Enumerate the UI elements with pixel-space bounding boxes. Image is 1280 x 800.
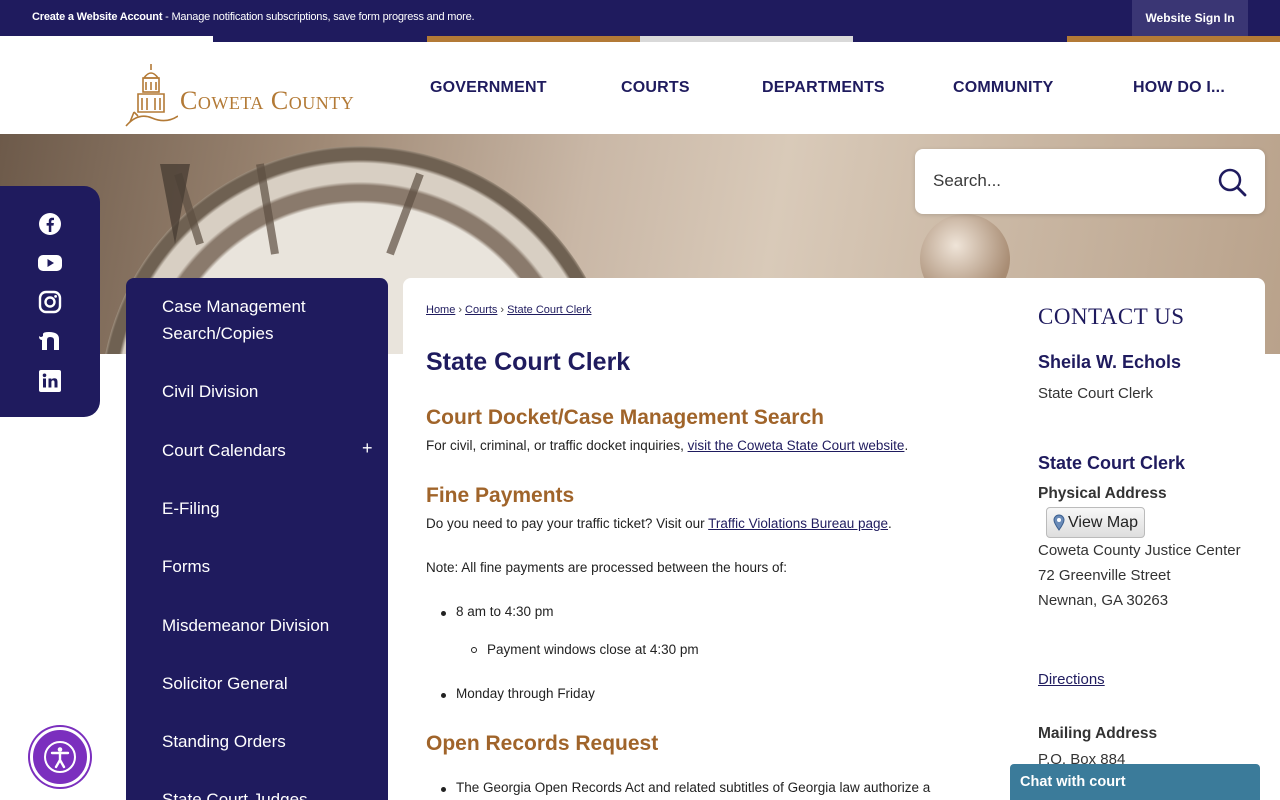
page-title: State Court Clerk: [426, 348, 631, 376]
contact-role: State Court Clerk: [1038, 385, 1154, 402]
linkedin-icon[interactable]: [37, 368, 63, 394]
facebook-icon[interactable]: [37, 211, 63, 237]
chat-with-court-button[interactable]: Chat with court: [1010, 764, 1260, 800]
breadcrumb-separator: ›: [500, 304, 505, 316]
address-line-3: Newnan, GA 30263: [1038, 592, 1169, 609]
site-header: Coweta County GOVERNMENT COURTS DEPARTME…: [0, 42, 1280, 134]
courthouse-logo-icon: [125, 64, 178, 127]
nav-government[interactable]: GOVERNMENT: [430, 42, 547, 134]
directions-link[interactable]: Directions: [1038, 671, 1105, 688]
breadcrumb: Home › Courts › State Court Clerk: [426, 304, 591, 316]
state-court-website-link[interactable]: visit the Coweta State Court website: [688, 438, 905, 453]
nav-how-do-i[interactable]: HOW DO I...: [1133, 42, 1225, 134]
main-content: Home › Courts › State Court Clerk State Cour…: [403, 278, 1265, 800]
sidebar-item-solicitor-general[interactable]: Solicitor General: [162, 670, 372, 697]
nav-courts[interactable]: COURTS: [621, 42, 690, 134]
nav-community[interactable]: COMMUNITY: [953, 42, 1053, 134]
bullet-dot: [441, 693, 446, 698]
sidebar-item-forms[interactable]: Forms: [162, 553, 372, 580]
nav-how-do-i-label[interactable]: HOW DO I...: [1133, 79, 1225, 97]
map-pin-icon: [1053, 514, 1065, 531]
breadcrumb-home[interactable]: Home: [426, 304, 455, 316]
nav-community-label[interactable]: COMMUNITY: [953, 79, 1053, 97]
accessibility-button[interactable]: [30, 727, 90, 787]
nav-government-label[interactable]: GOVERNMENT: [430, 79, 547, 97]
fine-payments-text: Do you need to pay your traffic ticket? …: [426, 516, 892, 531]
address-line-2: 72 Greenville Street: [1038, 567, 1171, 584]
bullet-dot: [441, 611, 446, 616]
nav-departments[interactable]: DEPARTMENTS: [762, 42, 885, 134]
traffic-violations-link[interactable]: Traffic Violations Bureau page: [708, 516, 888, 531]
breadcrumb-state-court-clerk[interactable]: State Court Clerk: [507, 304, 591, 316]
social-links: [0, 186, 100, 417]
mailing-address-label: Mailing Address: [1038, 725, 1158, 742]
sidebar-item-civil-division[interactable]: Civil Division: [162, 378, 372, 405]
top-bar: Create a Website Account - Manage notifi…: [0, 0, 1280, 36]
sidebar-nav: Case Management Search/Copies Civil Divi…: [126, 278, 388, 800]
sidebar-item-misdemeanor-division[interactable]: Misdemeanor Division: [162, 612, 372, 639]
nextdoor-icon[interactable]: [37, 328, 63, 354]
instagram-icon[interactable]: [37, 289, 63, 315]
site-search: [915, 149, 1265, 214]
create-account-link[interactable]: Create a Website Account - Manage notifi…: [32, 11, 475, 23]
accessibility-icon: [44, 741, 76, 773]
bullet-circle: [471, 647, 477, 653]
search-icon[interactable]: [1217, 167, 1247, 197]
windows-close-item: Payment windows close at 4:30 pm: [487, 642, 699, 657]
view-map-label: View Map: [1068, 513, 1138, 531]
physical-address-label: Physical Address: [1038, 485, 1167, 502]
logo-text: Coweta County: [180, 86, 355, 115]
coweta-county-logo[interactable]: Coweta County: [124, 60, 380, 130]
sidebar-item-state-court-judges[interactable]: State Court Judges: [162, 786, 372, 800]
docket-text: For civil, criminal, or traffic docket i…: [426, 438, 909, 453]
contact-name: Sheila W. Echols: [1038, 352, 1182, 372]
sidebar-item-e-filing[interactable]: E-Filing: [162, 495, 372, 522]
address-line-1: Coweta County Justice Center: [1038, 542, 1241, 559]
fine-payments-note: Note: All fine payments are processed be…: [426, 560, 787, 575]
contact-us-heading: CONTACT US: [1038, 304, 1185, 329]
sidebar-item-court-calendars[interactable]: Court Calendars: [162, 437, 372, 464]
hours-item: 8 am to 4:30 pm: [456, 604, 554, 619]
contact-department: State Court Clerk: [1038, 453, 1186, 473]
open-records-text: The Georgia Open Records Act and related…: [456, 780, 931, 795]
youtube-icon[interactable]: [37, 250, 63, 276]
nav-departments-label[interactable]: DEPARTMENTS: [762, 79, 885, 97]
bullet-dot: [441, 787, 446, 792]
breadcrumb-courts[interactable]: Courts: [465, 304, 497, 316]
breadcrumb-separator: ›: [458, 304, 463, 316]
expand-court-calendars-button[interactable]: +: [362, 438, 373, 459]
sidebar-item-standing-orders[interactable]: Standing Orders: [162, 728, 372, 755]
fine-payments-heading: Fine Payments: [426, 484, 575, 507]
sidebar-item-case-management[interactable]: Case Management Search/Copies: [162, 293, 372, 347]
search-input[interactable]: [933, 167, 1213, 195]
open-records-heading: Open Records Request: [426, 732, 659, 755]
view-map-button[interactable]: View Map: [1046, 507, 1145, 538]
days-item: Monday through Friday: [456, 686, 595, 701]
docket-heading: Court Docket/Case Management Search: [426, 406, 824, 429]
website-sign-in-button[interactable]: Website Sign In: [1132, 0, 1248, 36]
nav-courts-label[interactable]: COURTS: [621, 79, 690, 97]
